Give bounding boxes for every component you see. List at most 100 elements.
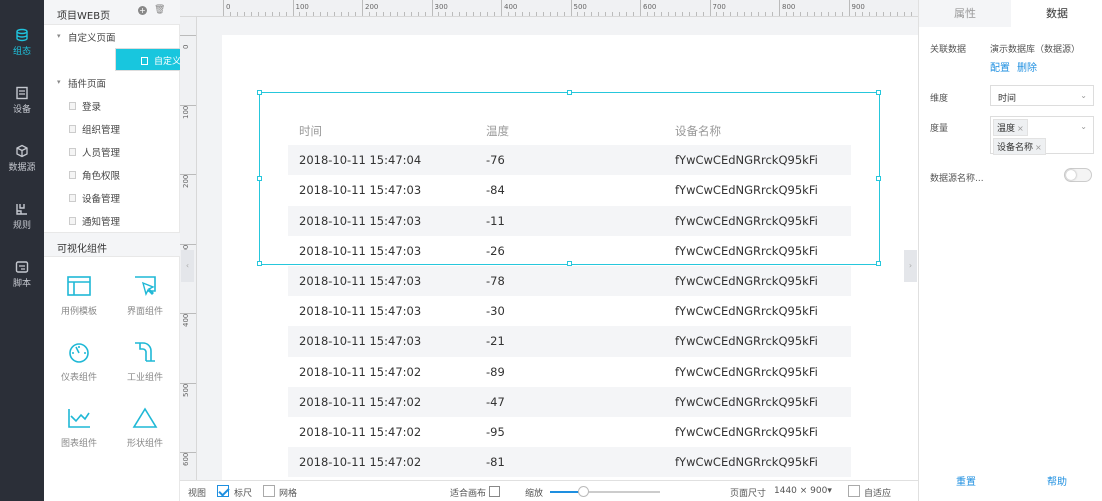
zoom-slider-knob[interactable] xyxy=(578,486,589,497)
measure-select[interactable]: 温度 × 设备名称 × ⌄ xyxy=(990,116,1094,155)
nav-item-device[interactable]: 设备 xyxy=(0,86,44,132)
chevron-down-icon: ⌄ xyxy=(1080,122,1087,131)
nav-item-layers[interactable]: 组态 xyxy=(0,28,44,74)
fit-canvas-label[interactable]: 适合画布 xyxy=(450,486,486,499)
ruler-minor-tick xyxy=(257,12,259,16)
table-cell: fYwCwCEdNGRrckQ95kFi xyxy=(675,364,818,379)
table-cell: -81 xyxy=(486,455,505,470)
component-ui-component[interactable]: 界面组件 xyxy=(115,274,175,334)
ruler-minor-tick xyxy=(480,12,482,16)
delete-icon[interactable]: 🗑 xyxy=(154,5,165,15)
table-row[interactable]: 2018-10-11 15:47:02 -95 fYwCwCEdNGRrckQ95k… xyxy=(288,417,851,447)
tree-item[interactable]: 通知管理 xyxy=(44,209,180,232)
measure-tag[interactable]: 设备名称 × xyxy=(993,138,1046,155)
tab-data[interactable]: 数据 xyxy=(1011,0,1102,27)
component-template[interactable]: 用例模板 xyxy=(49,274,109,334)
ruler-minor-tick xyxy=(577,12,579,16)
measure-tag[interactable]: 温度 × xyxy=(993,119,1028,136)
component-chart[interactable]: 图表组件 xyxy=(49,406,109,466)
table-row[interactable]: 2018-10-11 15:47:02 -81 fYwCwCEdNGRrckQ95k… xyxy=(288,447,851,478)
tree-item[interactable]: 设备管理 xyxy=(44,186,180,209)
table-row[interactable]: 2018-10-11 15:47:03 -11 fYwCwCEdNGRrckQ95k… xyxy=(288,205,851,236)
table-row[interactable]: 2018-10-11 15:47:03 -30 fYwCwCEdNGRrckQ95k… xyxy=(288,296,851,326)
ruler-minor-tick xyxy=(626,12,628,16)
page-size-select[interactable]: 1440 × 900▾ xyxy=(774,486,832,496)
ruler-minor-tick xyxy=(389,12,391,16)
dimension-select[interactable]: 时间 ⌄ xyxy=(990,85,1094,106)
tree-item[interactable]: 人员管理 xyxy=(44,140,180,163)
bottom-toolbar: 视图 标尺 网格 适合画布 缩放 页面尺寸 1440 × 900▾ 自适应 xyxy=(180,480,918,501)
zoom-slider[interactable] xyxy=(550,486,660,497)
tree-item-label: 角色权限 xyxy=(82,171,121,182)
ruler-minor-tick xyxy=(563,12,565,16)
collapse-right-handle[interactable]: › xyxy=(904,250,917,282)
table-row[interactable]: 2018-10-11 15:47:03 -26 fYwCwCEdNGRrckQ95k… xyxy=(288,236,851,266)
table-cell: fYwCwCEdNGRrckQ95kFi xyxy=(675,243,818,258)
tree-item[interactable]: ▾ 自定义页面 xyxy=(44,25,180,48)
fit-canvas-icon[interactable] xyxy=(489,486,500,497)
help-button[interactable]: 帮助 xyxy=(1047,473,1067,488)
close-icon[interactable]: × xyxy=(1017,124,1024,133)
tree-item[interactable]: 组织管理 xyxy=(44,117,180,140)
nav-item-script[interactable]: 脚本 xyxy=(0,260,44,306)
table-cell: -76 xyxy=(486,153,505,168)
table-row[interactable]: 2018-10-11 15:47:03 -21 fYwCwCEdNGRrckQ95k… xyxy=(288,326,851,357)
table-cell: -26 xyxy=(486,243,505,258)
ruler-minor-tick xyxy=(890,12,892,16)
ruler-minor-tick xyxy=(334,12,336,16)
rule-icon xyxy=(0,202,44,216)
table-row[interactable]: 2018-10-11 15:47:03 -84 fYwCwCEdNGRrckQ95k… xyxy=(288,175,851,205)
ruler-minor-tick xyxy=(410,12,412,16)
table-cell: 2018-10-11 15:47:04 xyxy=(299,153,422,168)
nav-item-datasource[interactable]: 数据源 xyxy=(0,144,44,190)
component-gauge[interactable]: 仪表组件 xyxy=(49,340,109,400)
add-page-icon[interactable]: + xyxy=(138,6,147,15)
component-label: 界面组件 xyxy=(126,307,163,317)
data-table[interactable]: 时间 温度 设备名称 2018-10-11 15:47:04 -76 fYwCwCEdNG… xyxy=(288,115,851,478)
collapse-left-handle[interactable]: ‹ xyxy=(181,250,194,282)
ruler-minor-tick xyxy=(591,12,593,16)
nav-item-rule[interactable]: 规则 xyxy=(0,202,44,248)
component-label: 工业组件 xyxy=(126,373,163,383)
triangle-icon xyxy=(115,406,175,430)
ruler-minor-tick xyxy=(306,12,308,16)
close-icon[interactable]: × xyxy=(1035,143,1042,152)
ruler-minor-tick xyxy=(709,12,711,16)
grid-checkbox[interactable] xyxy=(263,485,275,497)
table-cell: -21 xyxy=(486,334,505,349)
ruler-minor-tick xyxy=(396,12,398,16)
ruler-minor-tick xyxy=(535,12,537,16)
tree-item[interactable]: 登录 xyxy=(44,94,180,117)
ruler-minor-tick xyxy=(348,12,350,16)
component-label: 用例模板 xyxy=(60,307,97,317)
ruler-checkbox[interactable] xyxy=(217,485,229,497)
table-row[interactable]: 2018-10-11 15:47:02 -89 fYwCwCEdNGRrckQ95k… xyxy=(288,357,851,387)
table-row[interactable]: 2018-10-11 15:47:04 -76 fYwCwCEdNGRrckQ95k… xyxy=(288,145,851,176)
tree-item[interactable]: 角色权限 xyxy=(44,163,180,186)
ruler-minor-tick xyxy=(695,12,697,16)
ruler-minor-tick xyxy=(528,12,530,16)
config-link[interactable]: 配置 xyxy=(990,59,1010,74)
tree-item-label: 插件页面 xyxy=(68,79,107,90)
tree-item-label: 登录 xyxy=(82,102,102,113)
ruler-minor-tick xyxy=(848,12,850,16)
ruler-minor-tick xyxy=(229,12,231,16)
auto-fit-checkbox[interactable] xyxy=(848,485,860,497)
component-triangle[interactable]: 形状组件 xyxy=(115,406,175,466)
table-row[interactable]: 2018-10-11 15:47:03 -78 fYwCwCEdNGRrckQ95k… xyxy=(288,265,851,297)
page-icon xyxy=(69,102,76,110)
component-label: 仪表组件 xyxy=(60,373,97,383)
delete-link[interactable]: 删除 xyxy=(1017,59,1037,74)
script-icon xyxy=(0,260,44,274)
ruler-tick-label: 600 xyxy=(182,452,190,466)
datasource-name-toggle[interactable] xyxy=(1064,168,1092,182)
reset-button[interactable]: 重置 xyxy=(956,473,976,488)
ruler-minor-tick xyxy=(313,12,315,16)
tab-properties[interactable]: 属性 xyxy=(919,0,1011,27)
tree-item[interactable]: ▾ 插件页面 xyxy=(44,71,180,94)
vertical-ruler: 0100200300400500600 xyxy=(180,17,197,480)
ruler-minor-tick xyxy=(765,12,767,16)
nav-item-label: 设备 xyxy=(12,105,31,115)
component-pipe[interactable]: 工业组件 xyxy=(115,340,175,400)
table-row[interactable]: 2018-10-11 15:47:02 -47 fYwCwCEdNGRrckQ95k… xyxy=(288,386,851,417)
